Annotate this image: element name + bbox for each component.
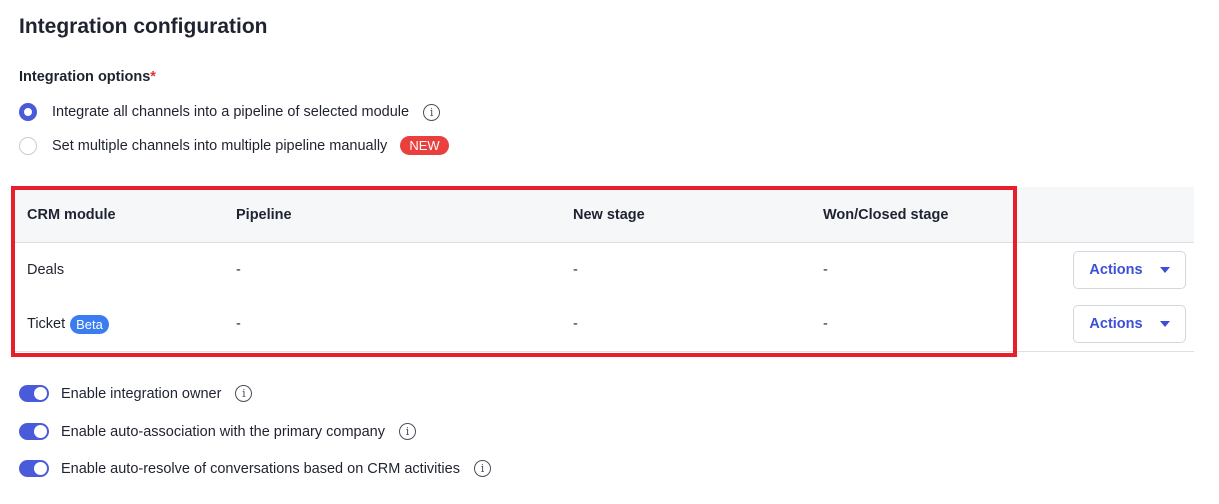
- info-icon[interactable]: i: [235, 385, 253, 402]
- new-badge: NEW: [400, 136, 449, 155]
- page-title: Integration configuration: [19, 15, 268, 38]
- beta-badge: Beta: [70, 314, 109, 334]
- cell-won-stage: -: [823, 316, 828, 332]
- toggle-label: Enable auto-association with the primary…: [61, 423, 385, 440]
- table-header: CRM module Pipeline New stage Won/Closed…: [15, 187, 1194, 243]
- integration-options-label: Integration options*: [19, 69, 156, 85]
- radio-label: Set multiple channels into multiple pipe…: [52, 137, 388, 154]
- cell-module: Deals: [27, 262, 65, 278]
- toggle-integration-owner[interactable]: Enable integration owner i: [19, 385, 253, 402]
- actions-label: Actions: [1089, 316, 1143, 332]
- toggle-auto-resolve[interactable]: Enable auto-resolve of conversations bas…: [19, 460, 491, 477]
- actions-label: Actions: [1089, 262, 1143, 278]
- column-header-new-stage: New stage: [573, 206, 645, 223]
- actions-dropdown-button[interactable]: Actions: [1073, 251, 1186, 289]
- table-row: Deals - - - Actions: [15, 243, 1194, 298]
- toggle-switch[interactable]: [19, 423, 49, 440]
- column-header-won-closed-stage: Won/Closed stage: [823, 206, 949, 223]
- cell-pipeline: -: [236, 262, 241, 278]
- required-mark: *: [150, 69, 156, 85]
- chevron-down-icon: [1159, 321, 1170, 327]
- radio-option-multiple-channels[interactable]: Set multiple channels into multiple pipe…: [19, 136, 449, 155]
- column-header-crm-module: CRM module: [27, 206, 116, 223]
- info-icon[interactable]: i: [399, 423, 416, 440]
- cell-new-stage: -: [573, 316, 578, 332]
- chevron-down-icon: [1159, 267, 1170, 273]
- toggle-switch[interactable]: [19, 460, 49, 477]
- radio-unselected[interactable]: [19, 136, 37, 155]
- radio-label: Integrate all channels into a pipeline o…: [52, 104, 410, 120]
- toggle-label: Enable auto-resolve of conversations bas…: [61, 460, 460, 477]
- cell-new-stage: -: [573, 262, 578, 278]
- radio-selected[interactable]: [19, 103, 37, 121]
- toggle-auto-association[interactable]: Enable auto-association with the primary…: [19, 423, 416, 440]
- info-icon[interactable]: i: [473, 460, 491, 477]
- toggle-label: Enable integration owner: [61, 385, 222, 402]
- table-row: Ticket Beta - - - Actions: [15, 297, 1194, 352]
- info-icon[interactable]: i: [423, 103, 441, 121]
- cell-module: Ticket Beta: [27, 297, 109, 351]
- cell-pipeline: -: [236, 316, 241, 332]
- column-header-pipeline: Pipeline: [236, 206, 292, 223]
- crm-module-table: CRM module Pipeline New stage Won/Closed…: [15, 187, 1194, 352]
- actions-dropdown-button[interactable]: Actions: [1073, 305, 1186, 343]
- radio-option-integrate-all[interactable]: Integrate all channels into a pipeline o…: [19, 103, 441, 121]
- toggle-switch[interactable]: [19, 385, 49, 402]
- cell-won-stage: -: [823, 262, 828, 278]
